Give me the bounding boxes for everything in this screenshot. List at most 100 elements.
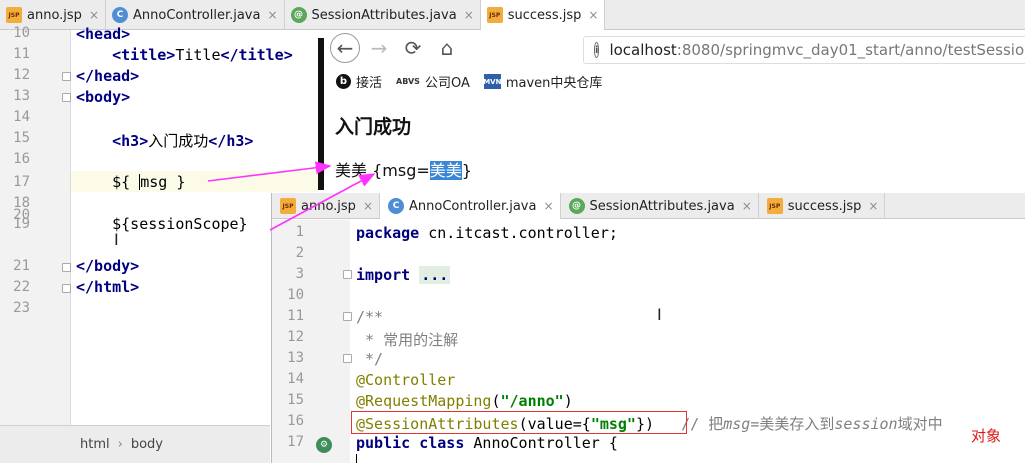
line-number: 13 [287,350,304,366]
fold-marker[interactable] [62,284,71,293]
code-token: <h3> [112,132,149,150]
tab-success-jsp[interactable]: JSP success.jsp × [759,193,886,219]
line-number: 3 [295,266,304,282]
code-token: AnnoController { [464,434,618,452]
code-line: import ... [356,266,451,284]
bookmark-maven[interactable]: MVN maven中央仓库 [483,72,602,91]
back-icon[interactable]: ← [330,33,360,63]
line-number: 12 [287,329,304,345]
code-line: </body> [76,257,139,275]
close-icon[interactable]: × [742,199,752,213]
tab-label: SessionAttributes.java [589,198,735,214]
code-token: /** [356,308,384,326]
code-token: @RequestMapping [356,392,492,410]
line-number: 17 [13,174,30,190]
fold-marker[interactable] [343,312,352,321]
reload-icon[interactable]: ⟳ [398,33,428,63]
code-line: */ [356,350,383,368]
breadcrumb: html › body [0,425,270,463]
code-token: <head> [76,25,131,43]
bookmark-jiehuo[interactable]: b 接活 [336,72,382,91]
close-icon[interactable]: × [868,199,878,213]
code-token: Title [175,46,221,64]
line-number: 11 [13,46,30,62]
line-number: 23 [13,300,30,316]
code-token: "/anno" [500,392,564,410]
line-number: 17 [287,434,304,450]
comment-token: // 把 [681,415,724,433]
bookmarks-bar: b 接活 ABVS 公司OA MVN maven中央仓库 [336,72,616,91]
line-number: 20 [13,207,30,223]
fold-marker[interactable] [343,354,352,363]
code-line: package cn.itcast.controller; [356,224,618,242]
line-number: 10 [287,287,304,303]
browser-nav: ← → ⟳ ⌂ [330,33,466,63]
code-line: <head> [76,25,130,43]
close-icon[interactable]: × [543,199,553,213]
tab-label: success.jsp [787,198,862,214]
line-number: 12 [13,67,30,83]
bookmark-company-oa[interactable]: ABVS 公司OA [396,72,470,91]
tab-label: success.jsp [507,7,582,23]
url-path: :8080/springmvc_day01_start/anno/testSes… [676,41,1025,59]
tab-session-attributes[interactable]: @ SessionAttributes.java × [561,193,759,219]
highlight-box [351,411,687,434]
comment-token: =美美存入到 [750,415,835,433]
jsp-file-icon: JSP [766,198,783,214]
code-token: </html> [76,278,140,296]
close-icon[interactable]: × [464,8,474,22]
code-token: 入门成功 [148,132,209,150]
close-icon[interactable]: × [267,8,277,22]
fold-marker[interactable] [62,72,71,81]
code-token: @Controller [356,371,456,389]
annotation-icon: @ [290,7,307,23]
line-gutter: 10 11 12 13 14 15 16 17 18 19 21 22 23 [0,25,71,425]
tab-anno-controller[interactable]: C AnnoController.java × [106,0,285,30]
comment-token: 域对中 [897,415,943,433]
spring-bean-icon[interactable]: ⚙ [316,437,332,453]
fold-marker[interactable] [343,270,352,279]
code-line: public class AnnoController { [356,434,618,452]
close-icon[interactable]: × [588,8,598,22]
line-number: 15 [287,392,304,408]
code-line: @Controller [356,371,455,389]
code-line: /** [356,308,383,326]
code-line: * 常用的注解 [356,329,458,350]
jsp-file-icon: JSP [486,7,503,23]
editor-tab-bar: JSP anno.jsp × C AnnoController.java × @… [272,193,1025,219]
tab-anno-jsp[interactable]: JSP anno.jsp × [272,193,381,219]
line-number: 2 [295,245,304,261]
breadcrumb-item-html[interactable]: html [80,437,110,452]
forward-icon[interactable]: → [364,33,394,63]
tab-session-attributes[interactable]: @ SessionAttributes.java × [285,0,481,30]
code-token: public class [356,434,465,452]
tab-success-jsp[interactable]: JSP success.jsp × [480,0,606,30]
tab-anno-controller[interactable]: C AnnoController.java × [380,193,561,219]
info-icon[interactable]: i [594,42,600,58]
baidu-icon: b [336,74,351,89]
close-icon[interactable]: × [89,8,99,22]
comment-token: msg [723,415,751,433]
breadcrumb-item-body[interactable]: body [131,437,163,452]
code-token: cn.itcast.controller; [419,224,618,242]
fold-marker[interactable] [62,263,71,272]
code-token: ${ [112,173,140,191]
fold-marker[interactable] [62,93,71,102]
code-token: <title> [112,46,176,64]
maven-icon: MVN [483,74,501,89]
line-number: 11 [287,308,304,324]
close-icon[interactable]: × [363,199,373,213]
editor-tab-bar: JSP anno.jsp × C AnnoController.java × @… [0,0,1025,30]
url-host: localhost [609,41,677,59]
tab-label: SessionAttributes.java [311,7,457,23]
text-caret [356,454,357,463]
code-line: <h3>入门成功</h3> [76,130,253,151]
text-cursor-icon: Ⅰ [114,230,119,249]
line-number: 21 [13,258,30,274]
code-line: ${sessionScope} [76,215,247,233]
bookmark-label: 接活 [356,76,383,91]
home-icon[interactable]: ⌂ [432,33,462,63]
java-class-icon: C [388,198,405,214]
folded-imports[interactable]: ... [419,266,451,284]
address-bar[interactable]: i localhost:8080/springmvc_day01_start/a… [583,36,1025,64]
